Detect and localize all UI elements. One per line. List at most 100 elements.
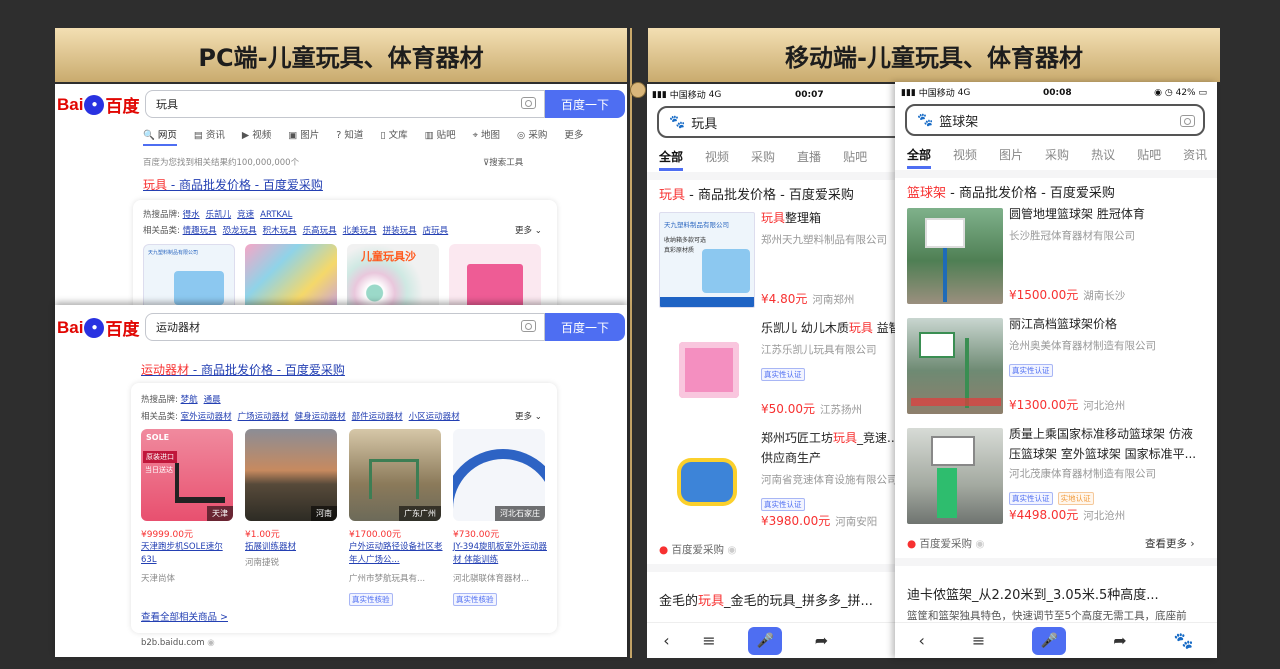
category-link[interactable]: 恐龙玩具 <box>223 226 257 236</box>
next-result-title[interactable]: 金毛的玩具_金毛的玩具_拼多多_拼... <box>659 590 873 609</box>
product-name[interactable]: 乐凯儿 幼儿木质玩具 益智 <box>761 318 897 338</box>
product-name[interactable]: 质量上乘国家标准移动篮球架 仿液 压篮球架 室外篮球架 国家标准平... <box>1009 424 1196 464</box>
verify-badge: 真实性认证 <box>761 492 805 511</box>
brand-link[interactable]: ARTKAL <box>260 210 292 220</box>
brand-link[interactable]: 梦航 <box>181 395 198 405</box>
product-image[interactable]: 广东广州 <box>349 429 441 521</box>
see-more-link[interactable]: 查看更多 › <box>1145 536 1195 551</box>
product-name[interactable]: 郑州巧匠工坊玩具_竞速... 供应商生产 <box>761 428 897 468</box>
product-name[interactable]: 丽江高档篮球架价格 <box>1009 314 1117 334</box>
tab-purchase[interactable]: 采购 <box>1045 146 1069 169</box>
see-all-link[interactable]: 查看全部相关商品 > <box>141 609 228 623</box>
product-image[interactable] <box>659 432 755 528</box>
tab-all[interactable]: 全部 <box>659 148 684 171</box>
camera-icon[interactable] <box>1180 115 1195 127</box>
category-link[interactable]: 室外运动器材 <box>181 412 232 422</box>
product-image[interactable]: 河北石家庄 <box>453 429 545 521</box>
tab-discuss[interactable]: 热议 <box>1091 146 1115 169</box>
search-input[interactable]: 🐾 玩具 <box>657 106 897 138</box>
tab-image[interactable]: 图片 <box>999 146 1023 169</box>
baidu-logo[interactable]: Bai ● 百度 <box>57 315 139 340</box>
tab-purchase[interactable]: ◎ 采购 <box>517 127 547 146</box>
baidu-logo[interactable]: Bai ● 百度 <box>57 92 139 117</box>
menu-icon[interactable]: ≡ <box>972 631 985 650</box>
next-result-title[interactable]: 迪卡侬篮架_从2.20米到_3.05米.5种高度... <box>907 584 1159 603</box>
category-link[interactable]: 部件运动器材 <box>352 412 403 422</box>
result-title[interactable]: 运动器材 - 商品批发价格 - 百度爱采购 <box>141 361 345 378</box>
category-link[interactable]: 小区运动器材 <box>409 412 460 422</box>
hoop-image <box>925 218 965 248</box>
product-image[interactable]: 河南 <box>245 429 337 521</box>
camera-icon[interactable] <box>521 97 536 109</box>
tab-video[interactable]: 视频 <box>705 148 729 171</box>
tab-news[interactable]: ▤ 资讯 <box>194 127 225 146</box>
product-image[interactable]: 天九塑料制品有限公司 <box>143 244 235 308</box>
back-icon[interactable]: ‹ <box>663 631 669 650</box>
category-link[interactable]: 广场运动器材 <box>238 412 289 422</box>
carrier: 中国移动 <box>669 91 706 101</box>
tab-live[interactable]: 直播 <box>797 148 821 171</box>
search-input[interactable]: 玩具 <box>145 90 545 118</box>
tab-video[interactable]: 视频 <box>953 146 977 169</box>
brand-link[interactable]: 乐凯儿 <box>206 210 232 220</box>
product-image[interactable] <box>659 322 755 418</box>
tab-tieba[interactable]: ▥ 贴吧 <box>425 127 456 146</box>
tab-news[interactable]: 资讯 <box>1183 146 1207 169</box>
product-image[interactable] <box>245 244 337 308</box>
product-image[interactable]: 儿童玩具沙 <box>347 244 439 308</box>
search-button[interactable]: 百度一下 <box>545 90 625 118</box>
product-image[interactable] <box>907 318 1003 414</box>
tab-zhidao[interactable]: ? 知道 <box>336 127 363 146</box>
share-icon[interactable]: ➦ <box>815 631 828 650</box>
category-link[interactable]: 积木玩具 <box>263 226 297 236</box>
product-image[interactable] <box>449 244 541 308</box>
tab-wenku[interactable]: ▯ 文库 <box>380 127 407 146</box>
category-link[interactable]: 乐高玩具 <box>303 226 337 236</box>
back-icon[interactable]: ‹ <box>918 631 924 650</box>
tab-tieba[interactable]: 贴吧 <box>1137 146 1161 169</box>
product-image[interactable]: SOLE 原装进口 当日送达 天津 <box>141 429 233 521</box>
product-image[interactable] <box>907 208 1003 304</box>
product-name[interactable]: 圆管地埋篮球架 胜冠体育 <box>1009 204 1145 224</box>
more-button[interactable]: 更多 ⌄ <box>515 410 542 422</box>
result-title[interactable]: 篮球架 - 商品批发价格 - 百度爱采购 <box>907 182 1115 201</box>
mic-icon[interactable]: 🎤 <box>748 626 783 655</box>
mic-icon[interactable]: 🎤 <box>1032 626 1067 655</box>
category-link[interactable]: 情趣玩具 <box>183 226 217 236</box>
product-image[interactable]: 天九塑料制品有限公司 收纳箱多款可选 真彩原材质 <box>659 212 755 308</box>
search-button[interactable]: 百度一下 <box>545 313 625 341</box>
product-name[interactable]: 户外运动路径设备社区老年人广场公... <box>349 541 443 567</box>
tab-image[interactable]: ▣ 图片 <box>288 127 319 146</box>
category-link[interactable]: 健身运动器材 <box>295 412 346 422</box>
tab-tieba[interactable]: 贴吧 <box>843 148 867 171</box>
menu-icon[interactable]: ≡ <box>702 631 715 650</box>
camera-icon[interactable] <box>521 320 536 332</box>
more-button[interactable]: 更多 ⌄ <box>515 224 542 236</box>
search-input[interactable]: 🐾 篮球架 <box>905 104 1205 136</box>
search-tools[interactable]: ⊽搜索工具 <box>483 156 523 168</box>
brand-link[interactable]: 得水 <box>183 210 200 220</box>
tab-web[interactable]: 🔍 网页 <box>143 127 177 146</box>
title-pre: 金毛的 <box>659 594 699 609</box>
category-link[interactable]: 店玩具 <box>423 226 449 236</box>
share-icon[interactable]: ➦ <box>1113 631 1126 650</box>
product-name[interactable]: 玩具整理箱 <box>761 208 821 228</box>
result-title[interactable]: 玩具 - 商品批发价格 - 百度爱采购 <box>143 176 323 193</box>
tab-more[interactable]: 更多 <box>564 127 583 146</box>
tab-all[interactable]: 全部 <box>907 146 932 169</box>
tab-label: 贴吧 <box>436 130 456 141</box>
search-input[interactable]: 运动器材 <box>145 313 545 341</box>
tab-video[interactable]: ▶ 视频 <box>242 127 271 146</box>
product-image[interactable] <box>907 428 1003 524</box>
result-title[interactable]: 玩具 - 商品批发价格 - 百度爱采购 <box>659 184 854 203</box>
category-link[interactable]: 拼装玩具 <box>383 226 417 236</box>
product-name[interactable]: JY-394旋肌板室外运动器材 体能训练 <box>453 541 547 567</box>
category-link[interactable]: 北美玩具 <box>343 226 377 236</box>
product-name[interactable]: 天津跑步机SOLE速尔63L <box>141 541 235 567</box>
tab-purchase[interactable]: 采购 <box>751 148 775 171</box>
brand-link[interactable]: 竞速 <box>237 210 254 220</box>
tab-map[interactable]: ⌖ 地图 <box>473 127 500 146</box>
brand-link[interactable]: 通晨 <box>204 395 221 405</box>
paw-icon[interactable]: 🐾 <box>1174 631 1194 650</box>
product-name[interactable]: 拓展训练器材 <box>245 541 339 554</box>
